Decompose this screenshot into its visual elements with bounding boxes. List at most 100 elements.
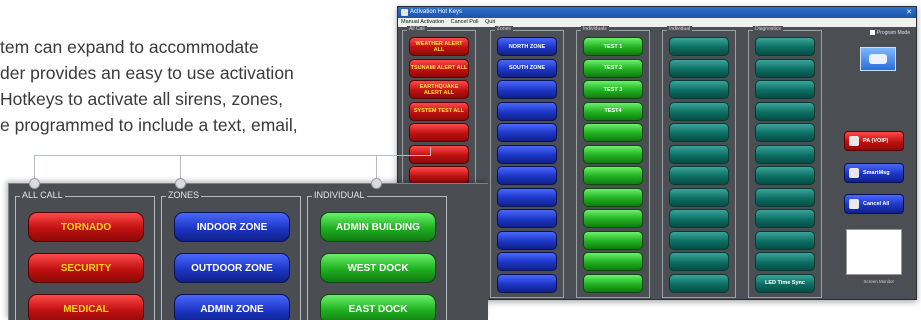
zoom-hotkey-button[interactable]: ADMIN BUILDING — [320, 212, 436, 242]
hotkey-button[interactable] — [497, 187, 557, 207]
column-caption: All Call — [407, 26, 427, 32]
hotkey-button[interactable] — [583, 187, 643, 207]
hotkey-button[interactable] — [409, 144, 469, 164]
side-button-label: Cancel All — [863, 201, 890, 207]
window-title: Activation Hot Keys — [410, 9, 463, 15]
zoom-group-caption: INDIVIDUAL — [312, 190, 367, 200]
screen-monitor-label: Screen Monitor — [863, 279, 894, 284]
hotkey-button[interactable] — [669, 187, 729, 207]
hotkey-button[interactable] — [497, 273, 557, 293]
hotkey-button[interactable] — [497, 80, 557, 99]
hotkey-button[interactable]: NORTH ZONE — [497, 37, 557, 56]
hotkey-button[interactable] — [583, 166, 643, 185]
hotkey-button[interactable] — [669, 273, 729, 293]
hotkey-button[interactable] — [409, 123, 469, 142]
zoom-hotkey-button[interactable]: EAST DOCK — [320, 294, 436, 320]
copy-line: e programmed to include a text, email, — [0, 115, 298, 135]
program-mode-toggle[interactable]: Program Mode — [869, 30, 910, 36]
window-titlebar: Activation Hot Keys ✕ — [398, 7, 916, 18]
hotkey-button[interactable] — [669, 209, 729, 228]
hotkey-button[interactable] — [669, 230, 729, 250]
hotkey-button[interactable]: TEST 1 — [583, 37, 643, 56]
close-icon[interactable]: ✕ — [906, 7, 912, 18]
app-icon — [401, 9, 408, 16]
hotkey-button[interactable] — [497, 209, 557, 228]
hotkey-button[interactable] — [755, 58, 815, 78]
hotkey-button[interactable] — [755, 187, 815, 207]
column-caption: Zones — [495, 26, 513, 32]
hotkey-button[interactable] — [755, 166, 815, 185]
zoom-group-caption: ALL CALL — [20, 190, 65, 200]
hotkey-button[interactable] — [669, 58, 729, 78]
button-icon — [849, 136, 859, 146]
hotkey-button[interactable] — [755, 101, 815, 121]
hotkey-button[interactable] — [755, 209, 815, 228]
hotkey-button[interactable] — [497, 123, 557, 142]
hotkey-button[interactable] — [497, 144, 557, 164]
hotkey-button[interactable] — [583, 252, 643, 271]
button-icon — [849, 199, 859, 209]
hotkey-button[interactable] — [755, 144, 815, 164]
hotkey-button[interactable] — [669, 144, 729, 164]
hotkey-button[interactable] — [497, 101, 557, 121]
hotkey-button[interactable] — [669, 252, 729, 271]
menu-item-quit[interactable]: Quit — [485, 19, 495, 25]
menu-item-cancel-poll[interactable]: Cancel Poll — [451, 19, 479, 25]
side-action-button[interactable]: PA (VOIP) — [844, 131, 904, 151]
menu-bar: Manual Activation Cancel Poll Quit — [398, 18, 916, 27]
zoom-hotkey-button[interactable]: WEST DOCK — [320, 253, 436, 283]
app-logo — [860, 47, 896, 71]
zoom-group: ALL CALL TORNADO SECURITY MEDICAL — [15, 190, 155, 320]
hotkey-button[interactable] — [755, 37, 815, 56]
hotkey-button[interactable]: TEST 3 — [583, 80, 643, 99]
hotkey-button[interactable] — [755, 230, 815, 250]
marketing-copy: tem can expand to accommodate der provid… — [0, 34, 400, 138]
hotkey-column: Diagnostics LED Time Sync — [748, 26, 822, 298]
zoom-hotkey-button[interactable]: OUTDOOR ZONE — [174, 253, 290, 283]
zoom-group: INDIVIDUAL ADMIN BUILDING WEST DOCK EAST DO… — [307, 190, 447, 320]
hotkey-button[interactable] — [583, 273, 643, 293]
side-action-button[interactable]: Cancel All — [844, 194, 904, 214]
zoom-hotkey-button[interactable]: INDOOR ZONE — [174, 212, 290, 242]
side-action-button[interactable]: SmartMsg — [844, 163, 904, 183]
hotkey-button[interactable] — [497, 166, 557, 185]
program-mode-checkbox[interactable] — [869, 30, 875, 35]
connector-line — [34, 155, 430, 156]
hotkey-button[interactable]: SYSTEM TEST ALL — [409, 101, 469, 121]
hotkey-button[interactable] — [755, 252, 815, 271]
hotkey-button[interactable]: TEST4 — [583, 101, 643, 121]
hotkey-button[interactable] — [497, 230, 557, 250]
column-caption: Individual — [667, 26, 693, 32]
button-icon — [849, 168, 859, 178]
menu-item-manual-activation[interactable]: Manual Activation — [401, 19, 444, 25]
hotkey-button[interactable] — [497, 252, 557, 271]
screen-monitor — [846, 229, 902, 275]
hotkey-button[interactable] — [669, 166, 729, 185]
copy-line: der provides an easy to use activation — [0, 63, 294, 83]
hotkey-button[interactable] — [583, 144, 643, 164]
hotkey-button[interactable] — [755, 123, 815, 142]
connector-dot — [29, 178, 40, 189]
column-caption: Individuals — [581, 26, 609, 32]
hotkey-button[interactable] — [583, 123, 643, 142]
hotkey-button[interactable]: TEST 2 — [583, 58, 643, 78]
hotkey-button[interactable]: EARTHQUAKE ALERT ALL — [409, 80, 469, 99]
zoom-hotkey-button[interactable]: TORNADO — [28, 212, 144, 242]
hotkey-button[interactable] — [583, 230, 643, 250]
hotkey-button[interactable] — [755, 80, 815, 99]
zoom-hotkey-button[interactable]: MEDICAL — [28, 294, 144, 320]
program-mode-label: Program Mode — [876, 30, 910, 36]
connector-line — [430, 147, 431, 156]
hotkey-button[interactable]: WEATHER ALERT ALL — [409, 37, 469, 56]
hotkey-column: Zones NORTH ZONE SOUTH ZONE — [490, 26, 564, 298]
hotkey-button[interactable]: TSUNAMI ALERT ALL — [409, 58, 469, 78]
hotkey-button[interactable] — [583, 209, 643, 228]
hotkey-button[interactable]: LED Time Sync — [755, 273, 815, 293]
hotkey-button[interactable] — [669, 101, 729, 121]
hotkey-button[interactable] — [669, 80, 729, 99]
hotkey-button[interactable] — [669, 37, 729, 56]
hotkey-button[interactable]: SOUTH ZONE — [497, 58, 557, 78]
hotkey-button[interactable] — [669, 123, 729, 142]
zoom-hotkey-button[interactable]: SECURITY — [28, 253, 144, 283]
zoom-hotkey-button[interactable]: ADMIN ZONE — [174, 294, 290, 320]
